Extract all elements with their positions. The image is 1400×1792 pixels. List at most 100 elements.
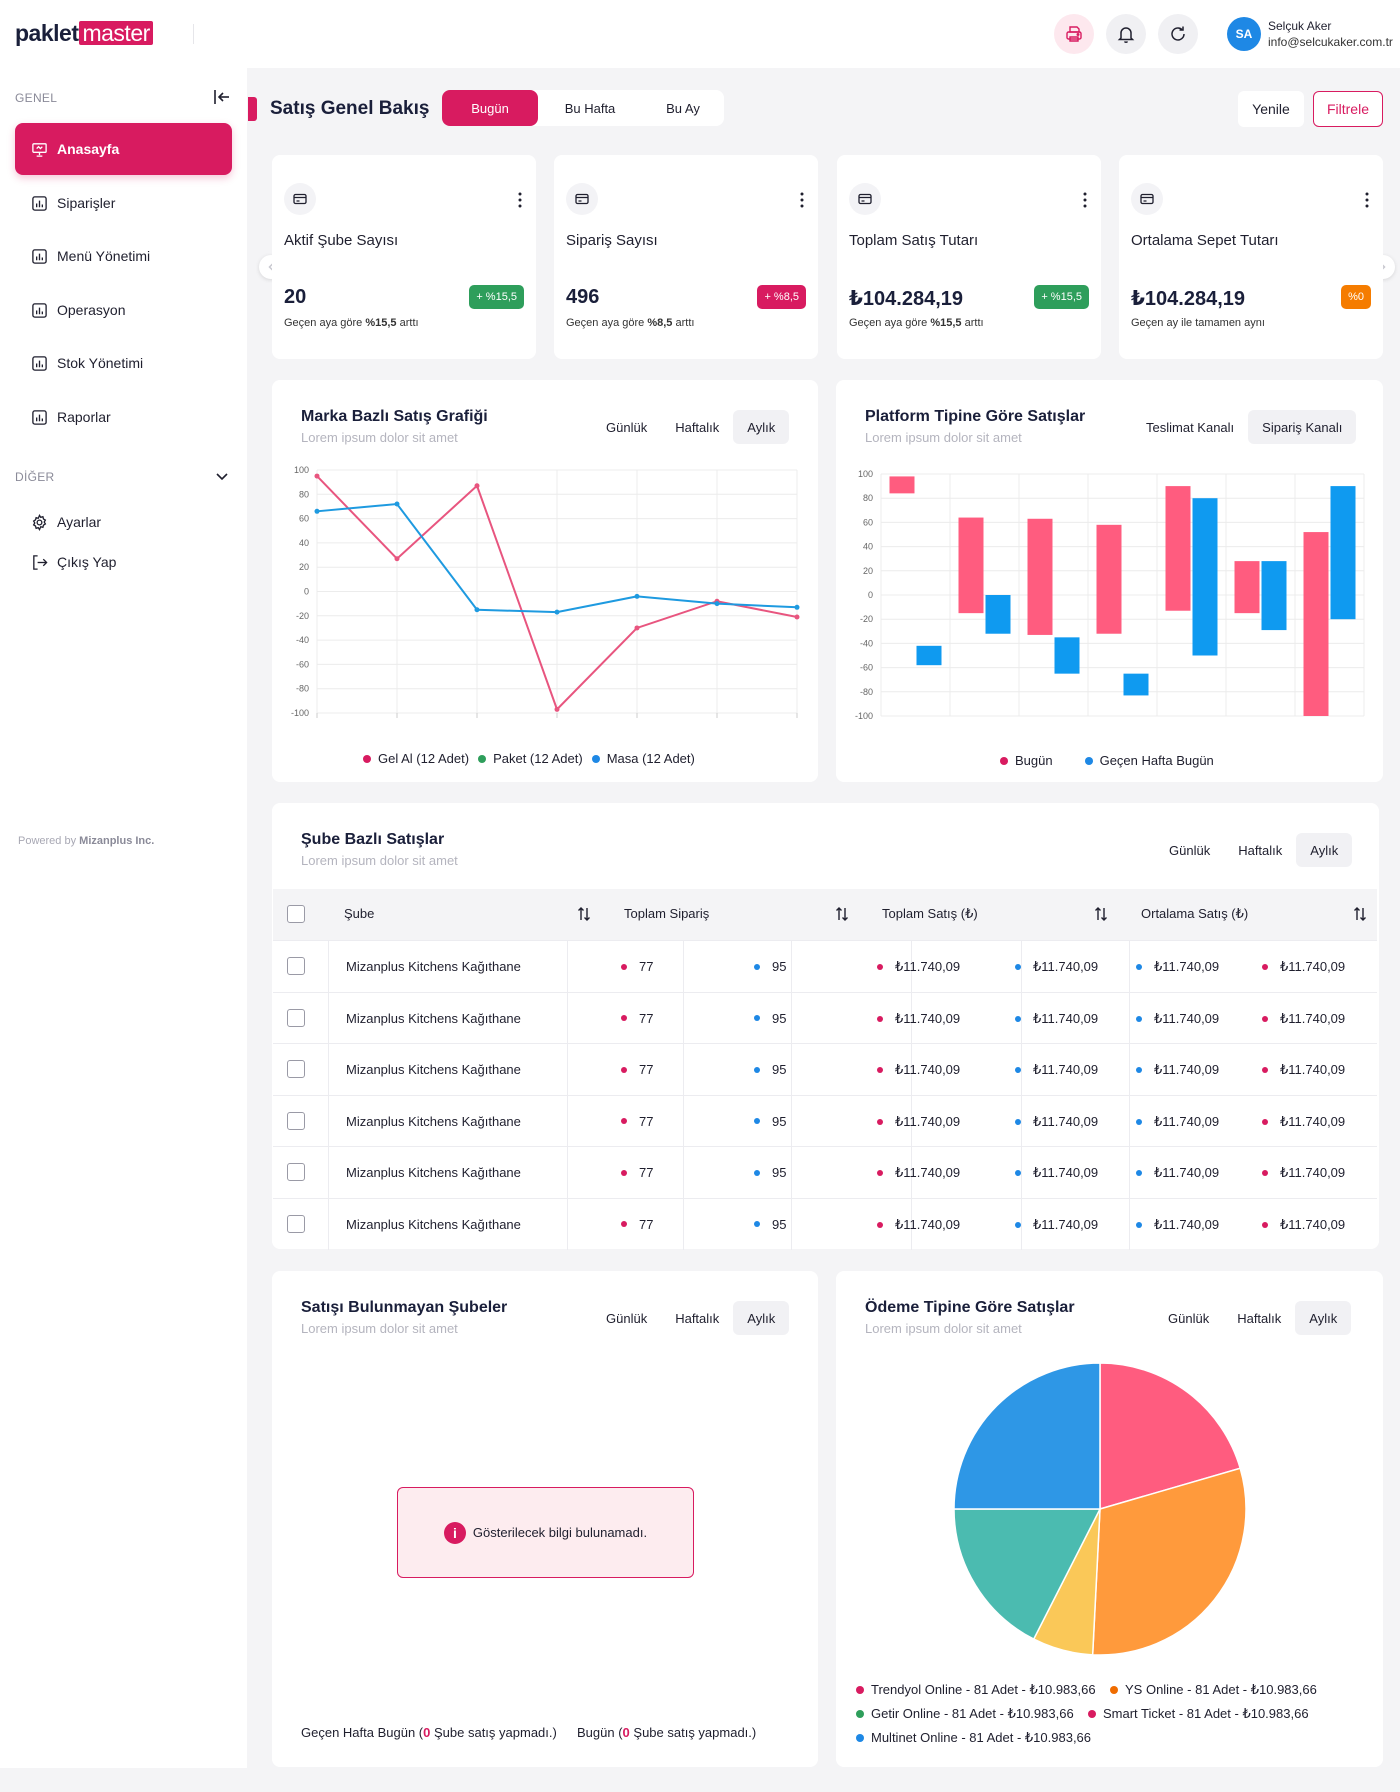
bar[interactable] (1192, 498, 1218, 656)
more-vertical-icon[interactable] (796, 191, 808, 209)
column-header-toplam-siparis[interactable]: Toplam Sipariş (624, 906, 709, 921)
legend-item-getir[interactable]: Getir Online - 81 Adet - ₺10.983,66 (856, 1706, 1074, 1722)
refresh-button[interactable] (1158, 14, 1198, 54)
table-row[interactable]: Mizanplus Kitchens Kağıthane 77 95 ₺11.740,… (273, 1197, 1377, 1250)
tab-aylik[interactable]: Aylık (1296, 833, 1353, 867)
bar[interactable] (958, 517, 984, 614)
bar[interactable] (1303, 532, 1329, 716)
column-header-toplam-satis[interactable]: Toplam Satış (₺) (882, 906, 978, 922)
column-header-sube[interactable]: Şube (344, 906, 374, 921)
column-divider (328, 992, 329, 1044)
legend-item-multinet[interactable]: Multinet Online - 81 Adet - ₺10.983,66 (856, 1730, 1091, 1746)
avatar[interactable]: SA (1227, 17, 1261, 51)
legend-item-gecen-hafta[interactable]: Geçen Hafta Bugün (1084, 753, 1214, 768)
sidebar-item-ayarlar[interactable]: Ayarlar (15, 504, 232, 540)
tab-gunluk[interactable]: Günlük (1155, 833, 1224, 867)
filter-button[interactable]: Filtrele (1313, 91, 1383, 127)
cell-order-b: 95 (754, 1165, 786, 1180)
tab-bu-ay[interactable]: Bu Ay (642, 90, 724, 126)
bar[interactable] (1261, 561, 1287, 631)
data-point[interactable] (634, 625, 640, 631)
data-point[interactable] (554, 706, 560, 712)
row-checkbox[interactable] (287, 1163, 305, 1181)
data-point[interactable] (474, 483, 480, 489)
tab-gunluk[interactable]: Günlük (592, 1301, 661, 1335)
bar[interactable] (1027, 518, 1053, 635)
bar[interactable] (1123, 673, 1149, 696)
select-all-checkbox[interactable] (287, 905, 305, 923)
status-dot (1262, 1067, 1268, 1073)
sort-icon[interactable] (1093, 906, 1109, 922)
legend-item-trendyol[interactable]: Trendyol Online - 81 Adet - ₺10.983,66 (856, 1682, 1096, 1698)
legend-item-bugun[interactable]: Bugün (1000, 753, 1053, 768)
chevron-down-icon[interactable] (214, 468, 230, 484)
sidebar-item-anasayfa[interactable]: Anasayfa (15, 123, 232, 175)
tab-bu-hafta[interactable]: Bu Hafta (538, 90, 642, 126)
data-point[interactable] (794, 614, 800, 620)
sidebar-item-raporlar[interactable]: Raporlar (15, 391, 232, 443)
logo[interactable]: paklet master (15, 20, 153, 46)
tab-bugun[interactable]: Bugün (442, 90, 538, 126)
row-checkbox[interactable] (287, 1060, 305, 1078)
legend-item-ys-online[interactable]: YS Online - 81 Adet - ₺10.983,66 (1110, 1682, 1317, 1698)
table-row[interactable]: Mizanplus Kitchens Kağıthane 77 95 ₺11.740,… (273, 1043, 1377, 1095)
data-point[interactable] (714, 601, 720, 607)
table-row[interactable]: Mizanplus Kitchens Kağıthane 77 95 ₺11.740,… (273, 991, 1377, 1044)
data-point[interactable] (314, 508, 320, 514)
bar[interactable] (916, 645, 942, 666)
sidebar-item-siparisler[interactable]: Siparişler (15, 177, 232, 229)
row-checkbox[interactable] (287, 1008, 305, 1027)
tab-haftalik[interactable]: Haftalık (661, 1301, 733, 1335)
collapse-sidebar-icon[interactable] (212, 87, 232, 107)
data-point[interactable] (394, 501, 400, 507)
table-row[interactable]: Mizanplus Kitchens Kağıthane 77 95 ₺11.740,… (273, 940, 1377, 992)
data-point[interactable] (554, 609, 560, 615)
bar[interactable] (1330, 486, 1356, 620)
refresh-text-button[interactable]: Yenile (1238, 91, 1304, 127)
bar[interactable] (1165, 486, 1191, 611)
sidebar-item-stok-yonetimi[interactable]: Stok Yönetimi (15, 337, 232, 389)
sidebar-item-operasyon[interactable]: Operasyon (15, 284, 232, 336)
bar[interactable] (889, 476, 915, 494)
tab-aylik[interactable]: Aylık (733, 1301, 790, 1335)
printer-button[interactable] (1054, 14, 1094, 54)
data-point[interactable] (474, 607, 480, 613)
y-tick-label: -20 (860, 614, 873, 624)
bar[interactable] (985, 595, 1011, 634)
more-vertical-icon[interactable] (1079, 191, 1091, 209)
cell-text: ₺11.740,09 (1280, 1113, 1346, 1129)
notifications-button[interactable] (1106, 14, 1146, 54)
more-vertical-icon[interactable] (1361, 191, 1373, 209)
row-checkbox[interactable] (287, 957, 305, 975)
column-divider (1129, 941, 1130, 992)
cell-sales-b: ₺11.740,09 (1015, 1217, 1098, 1233)
tab-haftalik[interactable]: Haftalık (1224, 833, 1296, 867)
status-dot (621, 1118, 627, 1124)
table-row[interactable]: Mizanplus Kitchens Kağıthane 77 95 ₺11.740,… (273, 1146, 1377, 1198)
sort-icon[interactable] (576, 906, 592, 922)
bar[interactable] (1096, 524, 1122, 634)
data-point[interactable] (794, 604, 800, 610)
cell-avg-a: ₺11.740,09 (1136, 1011, 1219, 1027)
sort-icon[interactable] (1352, 906, 1368, 922)
data-point[interactable] (634, 593, 640, 599)
sidebar-item-cikis-yap[interactable]: Çıkış Yap (15, 544, 232, 580)
legend-item-smart-ticket[interactable]: Smart Ticket - 81 Adet - ₺10.983,66 (1088, 1706, 1309, 1722)
sidebar-item-menu-yonetimi[interactable]: Menü Yönetimi (15, 230, 232, 282)
row-checkbox[interactable] (287, 1214, 305, 1233)
data-point[interactable] (394, 556, 400, 562)
legend-dot (363, 754, 371, 763)
row-checkbox[interactable] (287, 1111, 305, 1130)
legend-item-masa[interactable]: Masa (12 Adet) (591, 751, 695, 766)
note-post: Şube satış yapmadı.) (629, 1725, 757, 1740)
table-row[interactable]: Mizanplus Kitchens Kağıthane 77 95 ₺11.740,… (273, 1094, 1377, 1147)
more-vertical-icon[interactable] (514, 191, 526, 209)
column-header-ortalama-satis[interactable]: Ortalama Satış (₺) (1141, 906, 1248, 922)
sort-icon[interactable] (834, 906, 850, 922)
legend-item-gel-al[interactable]: Gel Al (12 Adet) (363, 751, 469, 766)
legend-item-paket[interactable]: Paket (12 Adet) (478, 751, 583, 766)
cell-avg-b: ₺11.740,09 (1262, 1114, 1345, 1130)
data-point[interactable] (314, 473, 320, 479)
bar[interactable] (1234, 561, 1260, 614)
bar[interactable] (1054, 637, 1080, 674)
